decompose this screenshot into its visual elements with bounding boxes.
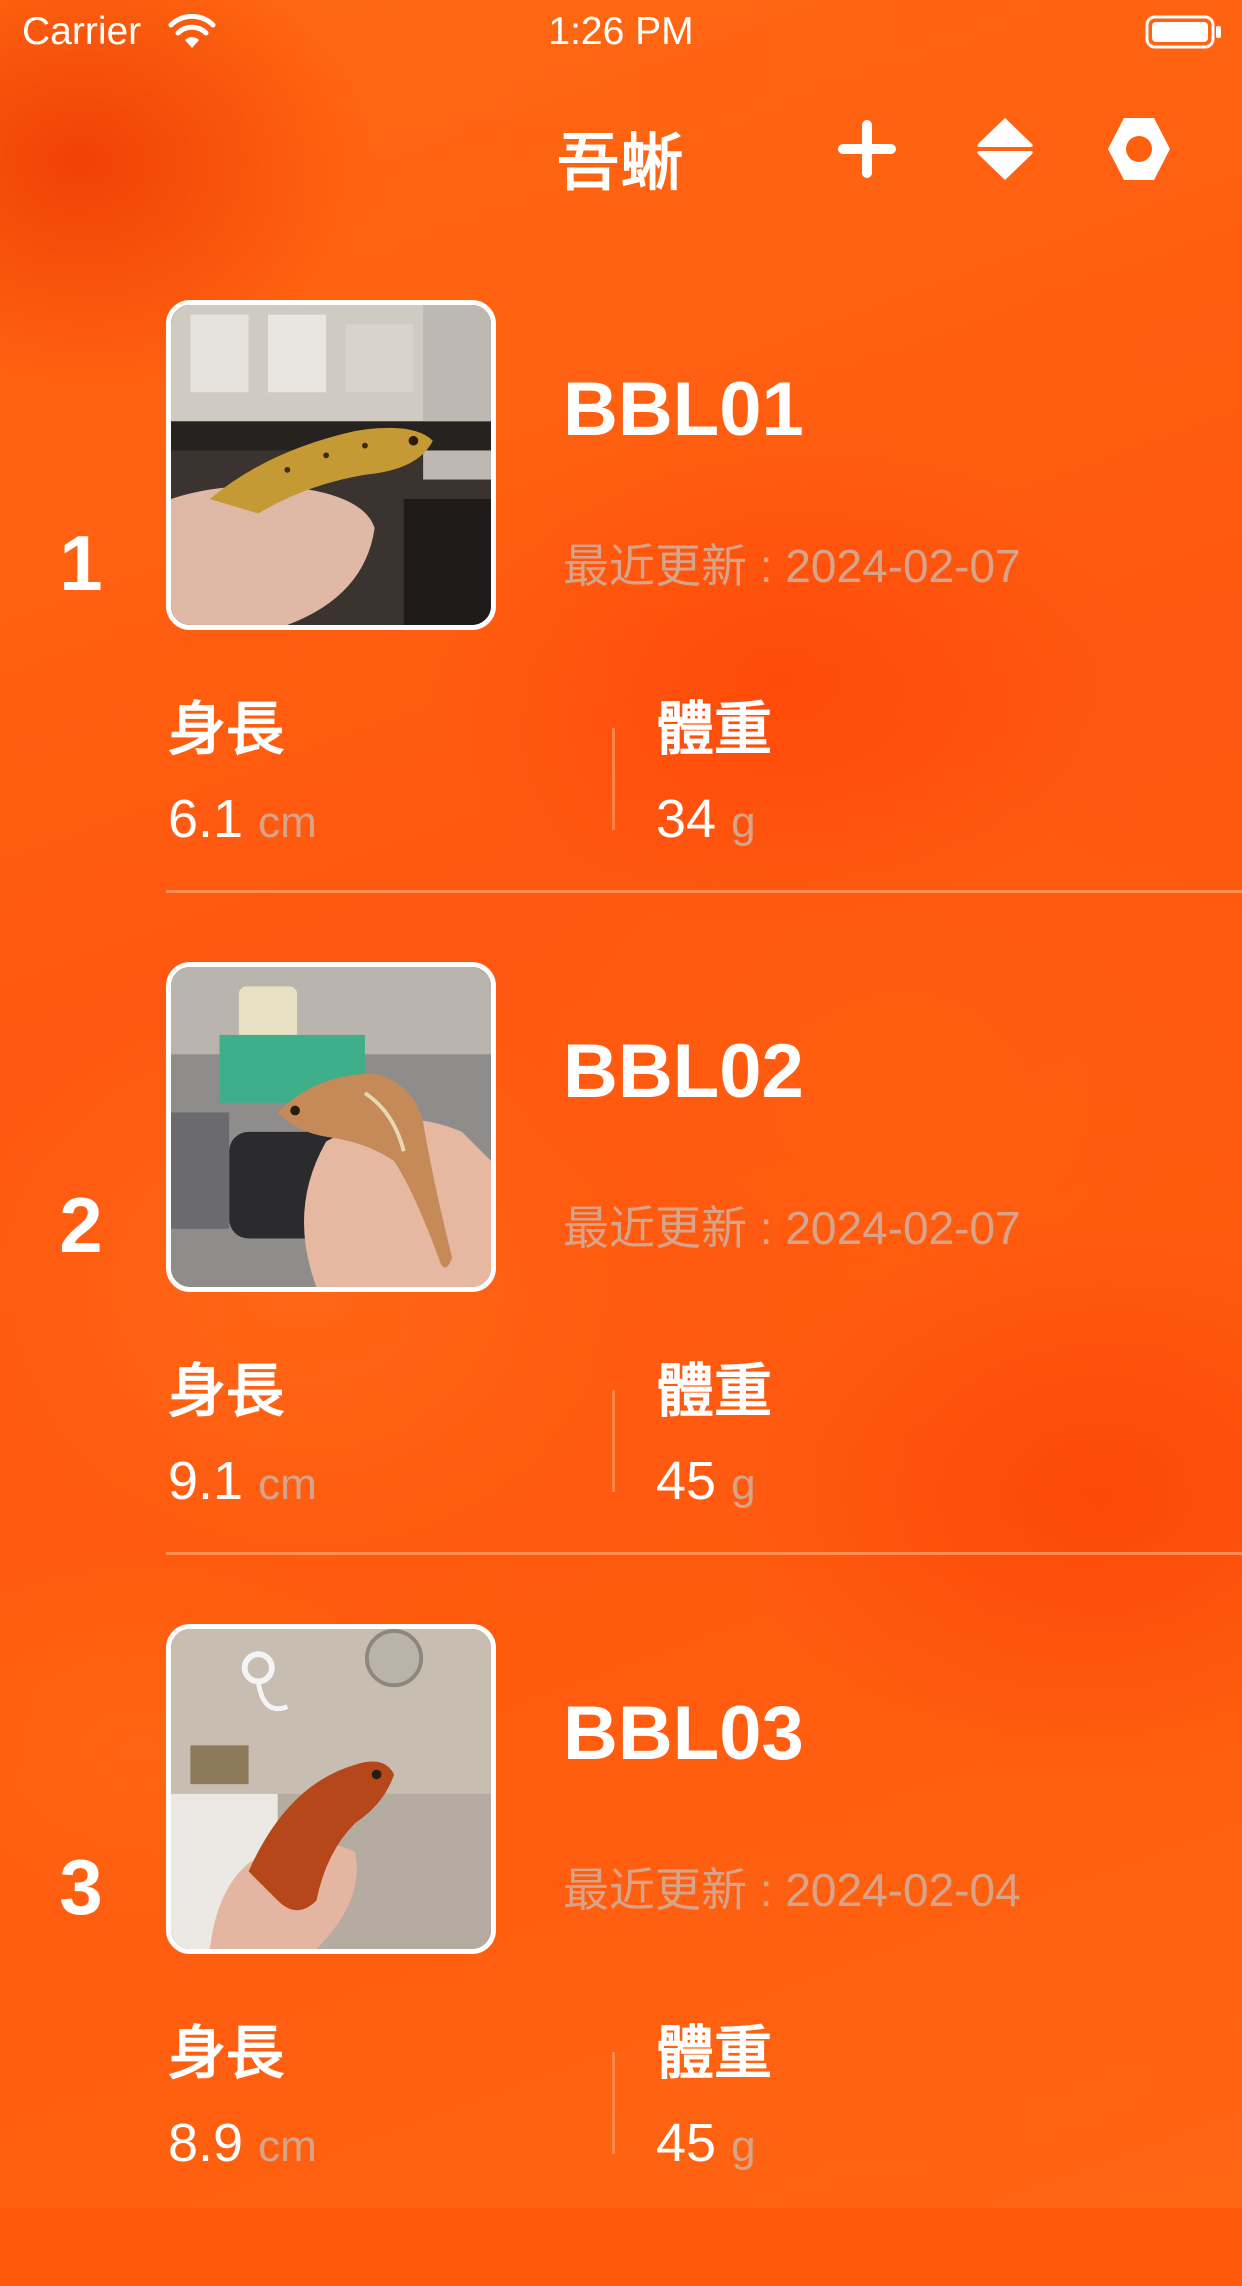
gecko-name: BBL01	[563, 367, 804, 452]
last-updated: 最近更新 : 2024-02-04	[563, 1864, 1021, 1916]
weight-label: 體重	[656, 1359, 773, 1424]
card-index: 2	[59, 1181, 103, 1269]
stat-divider	[612, 728, 615, 830]
battery-icon	[1145, 15, 1221, 49]
weight-unit: g	[731, 2122, 756, 2171]
weight-value: 34	[656, 789, 717, 849]
gecko-photo-image	[171, 305, 491, 625]
weight-unit: g	[731, 1460, 756, 1509]
page-title: 吾蜥	[556, 129, 685, 198]
length-unit: cm	[258, 1460, 317, 1509]
weight-stat: 34 g	[656, 788, 756, 850]
gecko-photo-image	[171, 967, 491, 1287]
last-updated: 最近更新 : 2024-02-07	[563, 540, 1021, 592]
gear-icon	[1108, 118, 1170, 180]
card-divider	[166, 890, 1242, 893]
length-stat: 9.1 cm	[168, 1450, 317, 1512]
card-divider	[166, 1552, 1242, 1555]
settings-button[interactable]	[1104, 114, 1174, 184]
weight-stat: 45 g	[656, 1450, 756, 1512]
weight-unit: g	[731, 798, 756, 847]
gecko-name: BBL03	[563, 1691, 804, 1776]
stat-divider	[612, 2052, 615, 2154]
length-value: 6.1	[168, 789, 244, 849]
gecko-photo[interactable]	[166, 300, 496, 630]
weight-label: 體重	[656, 2021, 773, 2086]
weight-stat: 45 g	[656, 2112, 756, 2174]
weight-label: 體重	[656, 697, 773, 762]
card-index: 1	[59, 519, 103, 607]
weight-value: 45	[656, 2113, 717, 2173]
navigation-bar: 吾蜥	[0, 100, 1242, 200]
gecko-name: BBL02	[563, 1029, 804, 1114]
add-button[interactable]	[832, 114, 902, 184]
stat-divider	[612, 1390, 615, 1492]
status-bar: Carrier 1:26 PM	[0, 0, 1242, 66]
length-value: 9.1	[168, 1451, 244, 1511]
length-stat: 6.1 cm	[168, 788, 317, 850]
gecko-card[interactable]: 1 BBL01 最近更新 : 2024-02-07 身長 6.1 cm 體重 3…	[0, 300, 1242, 962]
gecko-photo[interactable]	[166, 1624, 496, 1954]
gecko-card[interactable]: 2 BBL02 最近更新 : 2024-02-07 身長 9.1 cm 體重 4…	[0, 962, 1242, 1624]
gecko-photo[interactable]	[166, 962, 496, 1292]
weight-value: 45	[656, 1451, 717, 1511]
clock-time: 1:26 PM	[548, 10, 694, 53]
length-unit: cm	[258, 2122, 317, 2171]
sort-icon	[977, 118, 1033, 180]
last-updated: 最近更新 : 2024-02-07	[563, 1202, 1021, 1254]
length-label: 身長	[168, 1359, 285, 1424]
length-label: 身長	[168, 2021, 285, 2086]
length-label: 身長	[168, 697, 285, 762]
length-unit: cm	[258, 798, 317, 847]
length-value: 8.9	[168, 2113, 244, 2173]
gecko-card[interactable]: 3 BBL03 最近更新 : 2024-02-04 身長 8.9 cm 體重 4…	[0, 1624, 1242, 2286]
card-index: 3	[59, 1843, 103, 1931]
length-stat: 8.9 cm	[168, 2112, 317, 2174]
sort-button[interactable]	[970, 114, 1040, 184]
gecko-photo-image	[171, 1629, 491, 1949]
